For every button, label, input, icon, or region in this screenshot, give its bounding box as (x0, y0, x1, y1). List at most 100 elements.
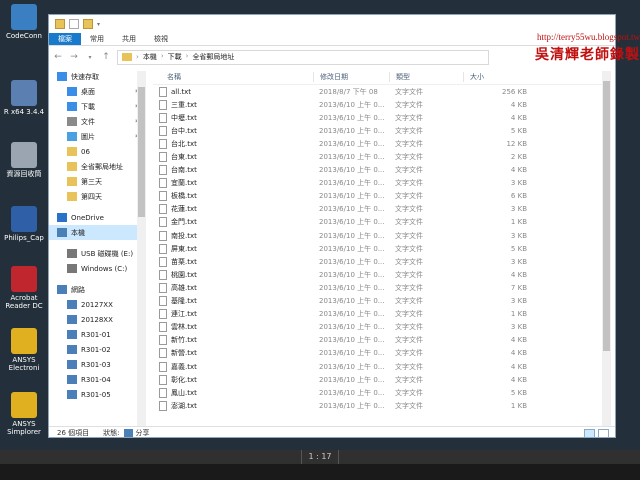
nav-item[interactable]: 網路 (49, 282, 146, 297)
table-row[interactable]: 台中.txt 2013/6/10 上午 0... 文字文件 5 KB (153, 124, 609, 137)
nav-item[interactable]: 全省郵局地址 (49, 159, 146, 174)
nav-item[interactable]: R301-04 (49, 372, 146, 387)
file-date: 2013/6/10 上午 0... (319, 205, 385, 214)
nav-item[interactable]: 20128XX (49, 312, 146, 327)
file-name: 三重.txt (171, 100, 197, 109)
ribbon-tab-2[interactable]: 共用 (113, 33, 145, 45)
up-arrow-icon[interactable]: ↑ (101, 52, 111, 62)
table-row[interactable]: 台南.txt 2013/6/10 上午 0... 文字文件 4 KB (153, 164, 609, 177)
breadcrumb-item[interactable]: 全省郵局地址 (192, 52, 234, 62)
nav-item[interactable]: 20127XX (49, 297, 146, 312)
scroll-thumb[interactable] (603, 81, 610, 351)
breadcrumb-item[interactable]: 下載 (168, 52, 182, 62)
column-type[interactable]: 類型 (389, 71, 463, 82)
table-row[interactable]: 屏東.txt 2013/6/10 上午 0... 文字文件 5 KB (153, 242, 609, 255)
desktop-icon[interactable]: Acrobat Reader DC (0, 266, 48, 310)
nav-item[interactable]: 快速存取 (49, 69, 146, 84)
desktop: CodeConn R x64 3.4.4 資源回收筒 Philips_Cap Acrob… (0, 0, 640, 480)
table-row[interactable]: 澎湖.txt 2013/6/10 上午 0... 文字文件 1 KB (153, 399, 609, 412)
table-row[interactable]: 台東.txt 2013/6/10 上午 0... 文字文件 2 KB (153, 150, 609, 163)
nav-item[interactable]: USB 磁碟機 (E:) (49, 246, 146, 261)
table-row[interactable]: 金門.txt 2013/6/10 上午 0... 文字文件 1 KB (153, 216, 609, 229)
details-view-icon[interactable] (584, 428, 595, 438)
file-date: 2013/6/10 上午 0... (319, 270, 385, 279)
nav-item[interactable]: 桌面✱ (49, 84, 146, 99)
large-icons-view-icon[interactable] (598, 428, 609, 438)
nav-item[interactable]: 下載✱ (49, 99, 146, 114)
table-row[interactable]: 苗栗.txt 2013/6/10 上午 0... 文字文件 3 KB (153, 255, 609, 268)
table-row[interactable]: all.txt 2018/8/7 下午 08 文字文件 256 KB (153, 85, 609, 98)
text-file-icon (159, 178, 167, 189)
table-row[interactable]: 高雄.txt 2013/6/10 上午 0... 文字文件 7 KB (153, 281, 609, 294)
file-name-cell: 台北.txt (153, 138, 313, 149)
scroll-thumb[interactable] (138, 87, 145, 217)
desktop-icon[interactable]: Philips_Cap (0, 206, 48, 242)
ribbon-tab-1[interactable]: 常用 (81, 33, 113, 45)
new-folder-icon[interactable] (83, 19, 93, 29)
table-row[interactable]: 台北.txt 2013/6/10 上午 0... 文字文件 12 KB (153, 137, 609, 150)
navigation-scrollbar[interactable] (137, 71, 146, 427)
column-date[interactable]: 修改日期 (313, 71, 389, 82)
file-size: 5 KB (510, 388, 527, 397)
nav-item[interactable]: R301-03 (49, 357, 146, 372)
file-name: 宜蘭.txt (171, 179, 197, 188)
nav-item[interactable]: 文件✱ (49, 114, 146, 129)
nav-item-label: 20127XX (81, 300, 113, 309)
table-row[interactable]: 三重.txt 2013/6/10 上午 0... 文字文件 4 KB (153, 98, 609, 111)
file-type: 文字文件 (395, 139, 423, 148)
nav-item[interactable]: R301-02 (49, 342, 146, 357)
nav-item[interactable]: OneDrive (49, 210, 146, 225)
column-name[interactable]: 名稱 (153, 72, 313, 82)
nav-item[interactable]: Windows (C:) (49, 261, 146, 276)
file-name-cell: 連江.txt (153, 309, 313, 320)
table-row[interactable]: 中壢.txt 2013/6/10 上午 0... 文字文件 4 KB (153, 111, 609, 124)
table-row[interactable]: 基隆.txt 2013/6/10 上午 0... 文字文件 3 KB (153, 295, 609, 308)
desktop-icon[interactable]: 資源回收筒 (0, 142, 48, 178)
file-type: 文字文件 (395, 349, 423, 358)
table-row[interactable]: 新營.txt 2013/6/10 上午 0... 文字文件 4 KB (153, 347, 609, 360)
table-row[interactable]: 板橋.txt 2013/6/10 上午 0... 文字文件 6 KB (153, 190, 609, 203)
table-row[interactable]: 桃園.txt 2013/6/10 上午 0... 文字文件 4 KB (153, 268, 609, 281)
file-name-cell: 彰化.txt (153, 374, 313, 385)
file-explorer-window[interactable]: ▾ 檔案 常用 共用 檢視 ← → ▾ ↑ › 本機 › 下載 › 全省郵局地址 快速存取 桌面… (48, 14, 616, 438)
table-row[interactable]: 彰化.txt 2013/6/10 上午 0... 文字文件 4 KB (153, 373, 609, 386)
chevron-down-icon[interactable]: ▾ (85, 54, 95, 61)
table-row[interactable]: 雲林.txt 2013/6/10 上午 0... 文字文件 3 KB (153, 321, 609, 334)
nav-item[interactable]: R301-01 (49, 327, 146, 342)
nav-item[interactable]: 本機 (49, 225, 146, 240)
forward-icon[interactable]: → (69, 52, 79, 62)
file-name: 澎湖.txt (171, 401, 197, 410)
back-icon[interactable]: ← (53, 52, 63, 62)
breadcrumb-item[interactable]: 本機 (143, 52, 157, 62)
nav-item[interactable]: 第四天 (49, 189, 146, 204)
nav-item[interactable]: 第三天 (49, 174, 146, 189)
file-size: 4 KB (510, 349, 527, 358)
table-row[interactable]: 花蓮.txt 2013/6/10 上午 0... 文字文件 3 KB (153, 203, 609, 216)
ribbon-tab-0[interactable]: 檔案 (49, 33, 81, 45)
file-size: 256 KB (502, 87, 527, 96)
column-size[interactable]: 大小 (463, 71, 533, 82)
nav-item[interactable]: 06 (49, 144, 146, 159)
table-row[interactable]: 新竹.txt 2013/6/10 上午 0... 文字文件 4 KB (153, 334, 609, 347)
text-file-icon (159, 152, 167, 163)
table-row[interactable]: 宜蘭.txt 2013/6/10 上午 0... 文字文件 3 KB (153, 177, 609, 190)
ribbon-tab-3[interactable]: 檢視 (145, 33, 177, 45)
table-row[interactable]: 連江.txt 2013/6/10 上午 0... 文字文件 1 KB (153, 308, 609, 321)
folder-icon[interactable] (55, 19, 65, 29)
nav-item[interactable]: 圖片✱ (49, 129, 146, 144)
table-row[interactable]: 嘉義.txt 2013/6/10 上午 0... 文字文件 4 KB (153, 360, 609, 373)
chevron-down-icon[interactable]: ▾ (97, 21, 100, 28)
desktop-icon[interactable]: ANSYS Electroni (0, 328, 48, 372)
desktop-icon[interactable]: R x64 3.4.4 (0, 80, 48, 116)
file-list-scrollbar[interactable] (602, 71, 611, 427)
file-name-cell: 嘉義.txt (153, 361, 313, 372)
address-bar[interactable]: › 本機 › 下載 › 全省郵局地址 (117, 49, 489, 65)
nav-item[interactable]: R301-05 (49, 387, 146, 402)
desktop-icon[interactable]: CodeConn (0, 4, 48, 40)
properties-icon[interactable] (69, 19, 79, 29)
chevron-right-icon: › (185, 52, 189, 60)
table-row[interactable]: 鳳山.txt 2013/6/10 上午 0... 文字文件 5 KB (153, 386, 609, 399)
status-bar: 26 個項目 狀態: 分享 (49, 426, 615, 439)
table-row[interactable]: 南投.txt 2013/6/10 上午 0... 文字文件 3 KB (153, 229, 609, 242)
desktop-icon[interactable]: ANSYS Simplorer (0, 392, 48, 436)
